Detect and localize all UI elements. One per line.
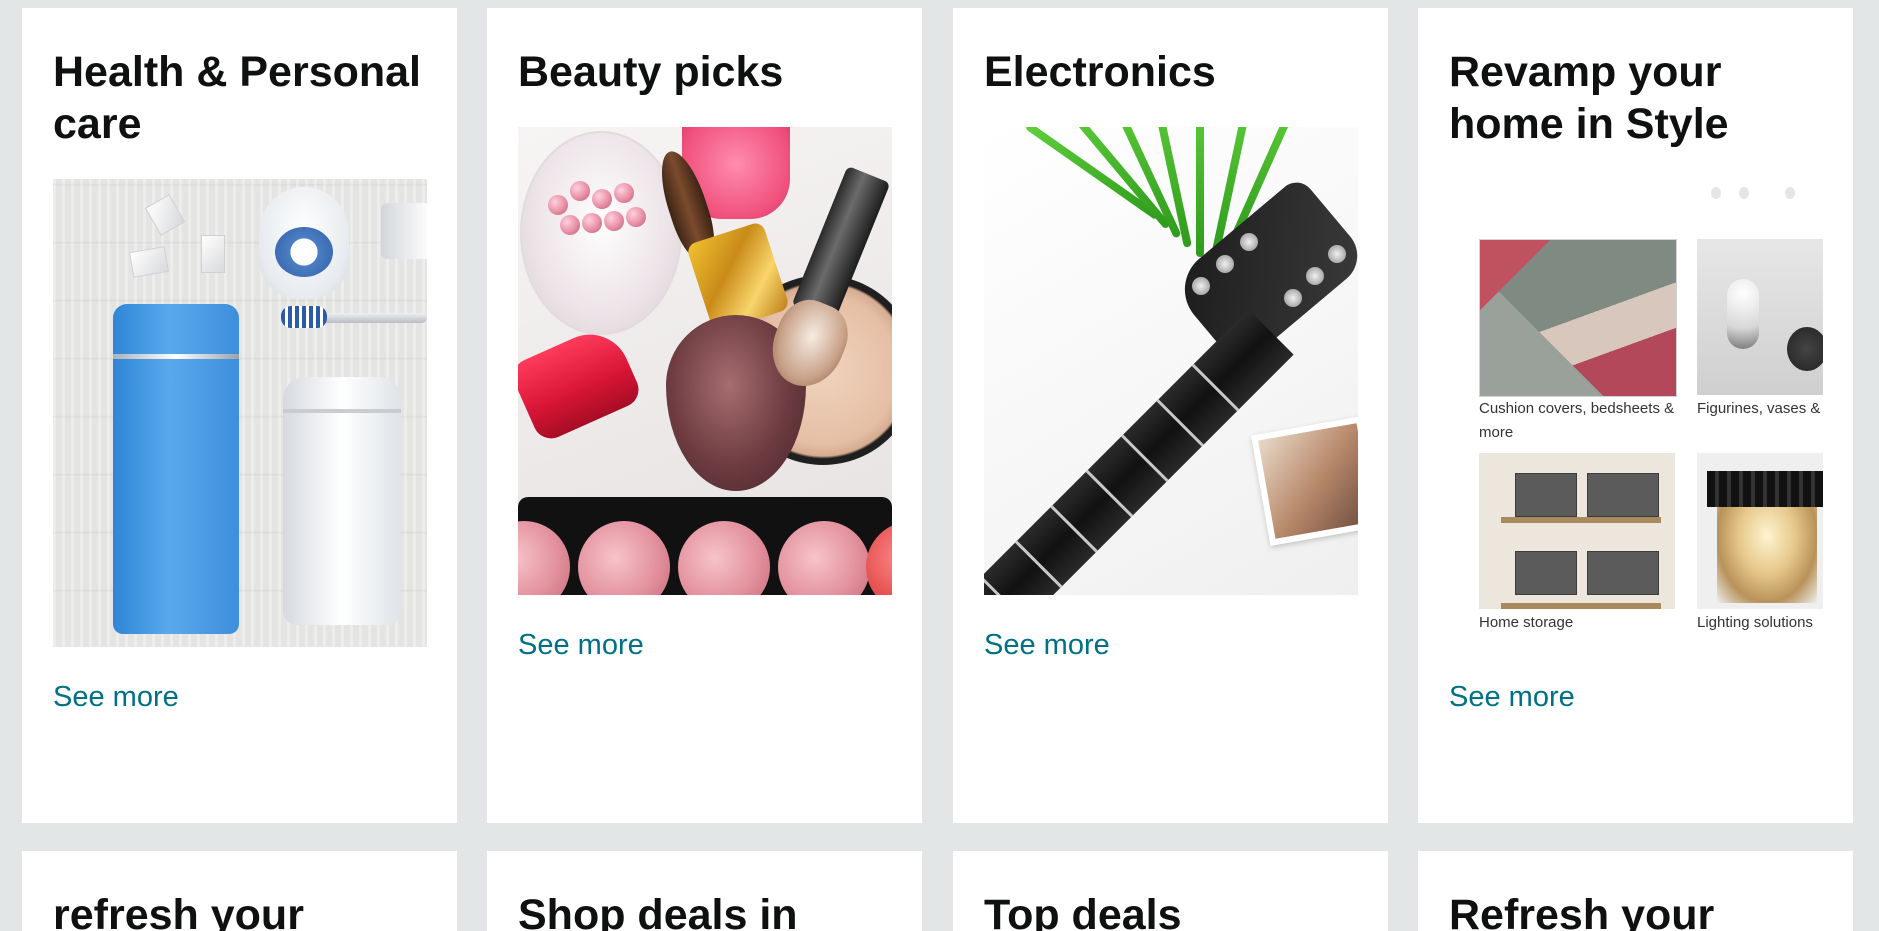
card-title: Top deals — [984, 891, 1182, 931]
palette-pan — [578, 521, 670, 595]
tile-caption: Lighting solutions — [1697, 614, 1813, 631]
electric-guitar-image[interactable] — [984, 127, 1358, 595]
shelf — [1501, 517, 1661, 523]
palette-pan — [778, 521, 870, 595]
storage-box — [1587, 551, 1659, 595]
see-more-link[interactable]: See more — [53, 680, 179, 714]
deodorant-stick — [283, 377, 401, 625]
pearl — [592, 189, 612, 209]
fret — [1050, 505, 1098, 553]
card-title: Shop deals in — [518, 891, 798, 931]
palette-pan — [518, 521, 570, 595]
home-decor-collage-image[interactable]: Cushion covers, bedsheets & more Figurin… — [1449, 179, 1823, 647]
tile-caption: Cushion covers, bedsheets & more — [1479, 400, 1675, 441]
floss-dispenser — [259, 187, 349, 299]
category-card-home: Revamp your home in Style Cushion covers… — [1418, 8, 1853, 823]
fret — [1156, 399, 1204, 447]
tuning-peg — [1328, 245, 1346, 263]
see-more-link[interactable]: See more — [984, 628, 1110, 662]
palette-pan — [866, 521, 892, 595]
tile-caption: Home storage — [1479, 614, 1574, 631]
powder-pearls-jar — [520, 131, 682, 335]
health-personal-care-products-image[interactable] — [53, 179, 427, 647]
fret — [1191, 363, 1240, 412]
category-card-health: Health & Personal care See more — [22, 8, 457, 823]
tile-figurines — [1697, 239, 1823, 395]
pearl — [548, 195, 568, 215]
card-title: Beauty picks — [518, 48, 784, 96]
pearl — [560, 215, 580, 235]
photo-print — [1251, 416, 1358, 546]
blue-bottle — [113, 304, 239, 634]
category-card-electronics: Electronics See more — [953, 8, 1388, 823]
pearl — [626, 207, 646, 227]
tuning-peg — [1284, 289, 1302, 307]
fret — [1085, 469, 1134, 518]
indicator-dot — [1785, 187, 1795, 199]
card-title: Refresh your — [1449, 891, 1715, 931]
category-card-beauty: Beauty picks See more — [487, 8, 922, 823]
see-more-link[interactable]: See more — [518, 628, 644, 662]
palette-pan — [678, 521, 770, 595]
indicator-dot — [1739, 187, 1749, 199]
pearl — [614, 183, 634, 203]
storage-box — [1587, 473, 1659, 517]
tuning-peg — [1240, 233, 1258, 251]
fret — [984, 575, 1028, 595]
storage-box — [1515, 551, 1577, 595]
category-card: Shop deals in — [487, 851, 922, 931]
cotton-cube — [201, 235, 225, 273]
white-cap — [381, 203, 427, 259]
tile-lighting — [1697, 453, 1823, 609]
category-card: Refresh your — [1418, 851, 1853, 931]
tuning-peg — [1192, 277, 1210, 295]
card-title: Electronics — [984, 48, 1216, 96]
card-title: refresh your — [53, 891, 304, 931]
tile-home-storage — [1479, 453, 1675, 609]
card-title: Health & Personal care — [53, 48, 421, 148]
tile-caption: Figurines, vases & — [1697, 400, 1821, 417]
pearl — [582, 213, 602, 233]
tuning-peg — [1306, 267, 1324, 285]
eyeshadow-palette — [518, 497, 892, 595]
tile-rug — [1479, 239, 1677, 397]
makeup-products-image[interactable] — [518, 127, 892, 595]
indicator-dot — [1711, 187, 1721, 199]
fret — [1015, 540, 1063, 588]
palm-leaf — [1196, 127, 1204, 257]
shelf — [1501, 603, 1661, 609]
pearl — [570, 181, 590, 201]
card-title: Revamp your home in Style — [1449, 48, 1729, 148]
fret — [1121, 434, 1169, 482]
toothbrush — [281, 306, 427, 328]
pearl — [604, 211, 624, 231]
storage-box — [1515, 473, 1577, 517]
see-more-link[interactable]: See more — [1449, 680, 1575, 714]
tuning-peg — [1216, 255, 1234, 273]
category-card: Top deals — [953, 851, 1388, 931]
category-card: refresh your — [22, 851, 457, 931]
